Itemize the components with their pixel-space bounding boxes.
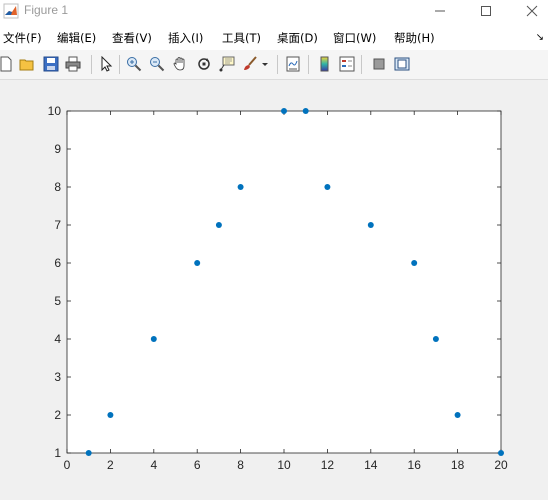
rotate-3d-icon	[198, 58, 210, 70]
toolbar-separator	[361, 55, 362, 74]
menu-view[interactable]: 查看(V)	[112, 30, 152, 46]
data-point	[150, 336, 157, 342]
new-figure-button[interactable]	[0, 54, 16, 74]
x-tick-label: 2	[107, 458, 114, 472]
menu-tools[interactable]: 工具(T)	[222, 30, 261, 46]
data-point	[194, 260, 201, 266]
open-file-button[interactable]	[17, 54, 37, 74]
hide-plot-tools-button[interactable]	[369, 54, 389, 74]
y-tick-label: 6	[54, 256, 61, 270]
y-tick-label: 1	[54, 446, 61, 460]
y-tick-label: 5	[54, 294, 61, 308]
matlab-logo-icon	[3, 3, 19, 19]
y-tick-label: 8	[54, 180, 61, 194]
x-tick-label: 12	[321, 458, 335, 472]
data-point	[498, 450, 504, 456]
figure-toolbar	[0, 50, 548, 80]
data-point	[85, 450, 92, 456]
figure-canvas: 0 2 4 6 8 10 12 14 16 18 20 1 2 3 4 5 6 7 8 9 10	[0, 80, 548, 496]
menu-desktop[interactable]: 桌面(D)	[277, 30, 318, 46]
zoom-out-button[interactable]	[147, 54, 167, 74]
menu-window[interactable]: 窗口(W)	[333, 30, 376, 46]
save-icon	[43, 56, 59, 72]
print-icon	[65, 56, 81, 72]
maximize-icon	[481, 6, 491, 16]
maximize-button[interactable]	[463, 0, 509, 22]
select-pointer-button[interactable]	[96, 54, 116, 74]
data-point	[367, 222, 374, 228]
menu-bar: 文件(F) 编辑(E) 查看(V) 插入(I) 工具(T) 桌面(D) 窗口(W…	[0, 24, 548, 50]
insert-legend-icon	[339, 56, 355, 72]
link-plot-icon	[286, 56, 300, 72]
menu-edit[interactable]: 编辑(E)	[57, 30, 96, 46]
x-tick-label: 6	[194, 458, 201, 472]
y-tick-label: 7	[54, 218, 61, 232]
x-tick-label: 10	[277, 458, 291, 472]
close-icon	[526, 5, 538, 17]
data-cursor-icon	[219, 56, 235, 72]
title-bar: Figure 1	[0, 0, 548, 24]
new-figure-icon	[0, 56, 12, 72]
x-tick-label: 4	[150, 458, 157, 472]
menu-dock-arrow-icon[interactable]: ↘	[536, 32, 544, 43]
toolbar-separator	[119, 55, 120, 74]
toolbar-separator	[277, 55, 278, 74]
x-tick-label: 14	[364, 458, 378, 472]
y-tick-label: 9	[54, 142, 61, 156]
data-point	[302, 108, 309, 114]
menu-insert[interactable]: 插入(I)	[168, 30, 203, 46]
x-tick-label: 0	[64, 458, 71, 472]
link-plot-button[interactable]	[283, 54, 303, 74]
insert-colorbar-button[interactable]	[315, 54, 335, 74]
window-title: Figure 1	[24, 3, 69, 17]
zoom-out-icon	[150, 57, 165, 72]
rotate-3d-button[interactable]	[194, 54, 214, 74]
y-tick-label: 10	[48, 104, 62, 118]
menu-file[interactable]: 文件(F)	[3, 30, 42, 46]
data-point	[454, 412, 461, 418]
toolbar-separator	[91, 55, 92, 74]
menu-help[interactable]: 帮助(H)	[394, 30, 435, 46]
toolbar-separator	[308, 55, 309, 74]
axes-background	[66, 110, 502, 454]
y-tick-label: 4	[54, 332, 61, 346]
x-tick-label: 20	[494, 458, 508, 472]
pan-icon	[173, 57, 185, 71]
close-button[interactable]	[509, 0, 548, 22]
minimize-icon	[435, 10, 445, 12]
brush-dropdown-button[interactable]	[260, 54, 270, 74]
data-point	[107, 412, 114, 418]
minimize-button[interactable]	[417, 0, 463, 22]
scatter-chart: 0 2 4 6 8 10 12 14 16 18 2012345678910	[48, 104, 508, 472]
brush-button[interactable]	[240, 54, 260, 74]
data-point	[237, 184, 244, 190]
select-pointer-icon	[101, 56, 113, 72]
data-point	[281, 108, 287, 114]
hide-plot-tools-icon	[373, 58, 385, 70]
save-button[interactable]	[41, 54, 61, 74]
data-point	[324, 184, 331, 190]
x-tick-label: 16	[408, 458, 422, 472]
insert-colorbar-icon	[320, 56, 329, 72]
y-tick-label: 3	[54, 370, 61, 384]
print-button[interactable]	[63, 54, 83, 74]
zoom-in-icon	[127, 57, 142, 72]
zoom-in-button[interactable]	[124, 54, 144, 74]
x-tick-label: 8	[237, 458, 244, 472]
data-point	[432, 336, 439, 342]
data-cursor-button[interactable]	[217, 54, 237, 74]
brush-icon	[244, 56, 257, 70]
y-tick-label: 2	[54, 408, 61, 422]
show-plot-tools-button[interactable]	[392, 54, 412, 74]
show-plot-tools-icon	[394, 57, 410, 71]
x-tick-label: 18	[451, 458, 465, 472]
data-point	[411, 260, 418, 266]
brush-dropdown-icon	[262, 63, 268, 66]
data-point	[215, 222, 222, 228]
pan-button[interactable]	[170, 54, 190, 74]
open-file-icon	[19, 59, 34, 71]
insert-legend-button[interactable]	[337, 54, 357, 74]
